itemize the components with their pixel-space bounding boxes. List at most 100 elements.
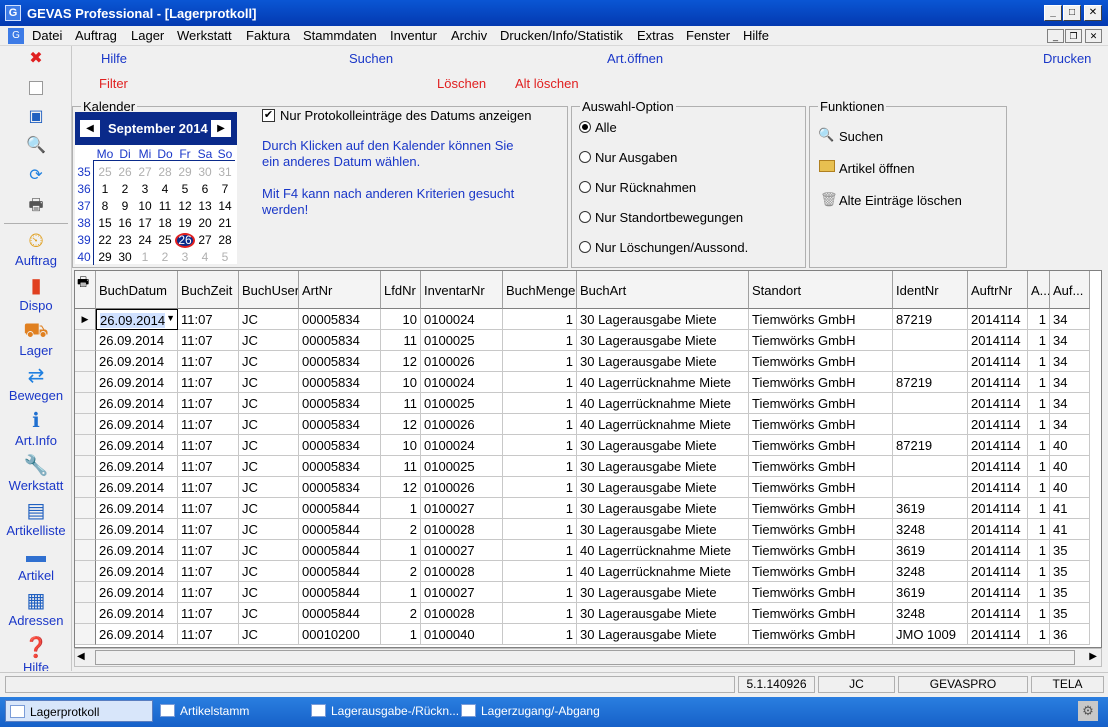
menu-extras[interactable]: Extras	[637, 28, 674, 43]
table-cell[interactable]: 1	[503, 393, 577, 414]
filter-button[interactable]: Filter	[99, 76, 128, 91]
calendar-day[interactable]: 25	[155, 233, 175, 247]
table-cell[interactable]: 2014114	[968, 498, 1028, 519]
menu-archiv[interactable]: Archiv	[451, 28, 487, 43]
table-cell[interactable]: 1	[381, 540, 421, 561]
table-cell[interactable]: 11:07	[178, 372, 239, 393]
calendar-day[interactable]: 28	[215, 233, 235, 247]
table-cell[interactable]: JC	[239, 351, 299, 372]
table-cell[interactable]: 1	[1028, 393, 1050, 414]
calendar-day[interactable]: 17	[135, 216, 155, 230]
table-cell[interactable]: 0100028	[421, 603, 503, 624]
calendar-day[interactable]: 27	[135, 165, 155, 179]
table-cell[interactable]: 1	[1028, 414, 1050, 435]
table-cell[interactable]: 34	[1050, 330, 1090, 351]
column-header[interactable]: Auf...	[1050, 271, 1090, 309]
funktion-artikel-oeffnen[interactable]: Artikel öffnen	[818, 159, 998, 179]
table-cell[interactable]: 00005844	[299, 582, 381, 603]
table-cell[interactable]: 1	[381, 624, 421, 645]
table-cell[interactable]: 1	[381, 582, 421, 603]
table-cell[interactable]	[893, 393, 968, 414]
table-cell[interactable]: 1	[503, 351, 577, 372]
column-header[interactable]: BuchDatum	[96, 271, 178, 309]
table-cell[interactable]: 2014114	[968, 309, 1028, 330]
table-cell[interactable]: 00010200	[299, 624, 381, 645]
table-cell[interactable]: 2014114	[968, 540, 1028, 561]
table-cell[interactable]: 34	[1050, 351, 1090, 372]
table-cell[interactable]: 2	[381, 519, 421, 540]
table-cell[interactable]: 1	[1028, 519, 1050, 540]
sidebar-item-art-info[interactable]: ℹ Art.Info	[0, 409, 72, 448]
table-cell[interactable]: 1	[503, 498, 577, 519]
table-cell[interactable]: 00005844	[299, 561, 381, 582]
table-cell[interactable]: 2014114	[968, 414, 1028, 435]
loeschen-button[interactable]: Löschen	[437, 76, 486, 91]
calendar-next-button[interactable]: ▶	[211, 120, 231, 137]
table-cell[interactable]: 1	[1028, 372, 1050, 393]
table-cell[interactable]: 0100025	[421, 330, 503, 351]
table-cell[interactable]: 11:07	[178, 393, 239, 414]
table-cell[interactable]: JC	[239, 435, 299, 456]
table-cell[interactable]: 00005834	[299, 435, 381, 456]
table-cell[interactable]: JC	[239, 372, 299, 393]
calendar-day[interactable]: 26	[175, 233, 195, 248]
task-lagerzugang[interactable]: Lagerzugang/-Abgang	[457, 700, 605, 722]
table-cell[interactable]: 26.09.2014	[96, 456, 178, 477]
table-cell[interactable]: 40	[1050, 477, 1090, 498]
table-cell[interactable]: 1	[1028, 309, 1050, 330]
calendar-day[interactable]: 23	[115, 233, 135, 247]
radio-nur-standortbewegungen[interactable]	[579, 211, 591, 223]
calendar-day[interactable]: 31	[215, 165, 235, 179]
table-cell[interactable]: 1	[503, 540, 577, 561]
table-cell[interactable]: 0100025	[421, 456, 503, 477]
table-cell[interactable]: 11:07	[178, 603, 239, 624]
table-cell[interactable]: 30 Lagerausgabe Miete	[577, 498, 749, 519]
row-indicator[interactable]	[75, 561, 96, 582]
table-cell[interactable]: Tiemwörks GmbH	[749, 414, 893, 435]
calendar-prev-button[interactable]: ◀	[80, 120, 100, 137]
sidebar-item-adressen[interactable]: ▦ Adressen	[0, 589, 72, 628]
table-cell[interactable]: 1	[503, 519, 577, 540]
menu-stammdaten[interactable]: Stammdaten	[303, 28, 377, 43]
calendar-day[interactable]: 9	[115, 199, 135, 213]
calendar-day[interactable]: 2	[115, 182, 135, 196]
alt-loeschen-button[interactable]: Alt löschen	[515, 76, 579, 91]
table-cell[interactable]: 26.09.2014	[96, 498, 178, 519]
table-cell[interactable]: JC	[239, 330, 299, 351]
table-cell[interactable]: 0100028	[421, 519, 503, 540]
table-cell[interactable]: JMO 1009	[893, 624, 968, 645]
art-oeffnen-button[interactable]: Art.öffnen	[607, 51, 663, 66]
table-cell[interactable]: 30 Lagerausgabe Miete	[577, 351, 749, 372]
row-indicator[interactable]	[75, 519, 96, 540]
table-cell[interactable]: 1	[503, 330, 577, 351]
table-cell[interactable]: 1	[503, 561, 577, 582]
table-cell[interactable]: 1	[1028, 603, 1050, 624]
table-cell[interactable]: 00005834	[299, 477, 381, 498]
table-cell[interactable]: 00005834	[299, 372, 381, 393]
table-cell[interactable]: JC	[239, 393, 299, 414]
table-cell[interactable]: 34	[1050, 309, 1090, 330]
calendar-day[interactable]: 8	[95, 199, 115, 213]
table-cell[interactable]: 1	[503, 309, 577, 330]
table-cell[interactable]: 26.09.2014	[96, 330, 178, 351]
calendar-day[interactable]: 28	[155, 165, 175, 179]
table-cell[interactable]: 2014114	[968, 351, 1028, 372]
maximize-button[interactable]: □	[1063, 5, 1081, 21]
calendar-day[interactable]: 30	[195, 165, 215, 179]
column-header[interactable]: A...	[1028, 271, 1050, 309]
table-cell[interactable]: 11:07	[178, 435, 239, 456]
table-cell[interactable]: 1	[1028, 561, 1050, 582]
table-cell[interactable]: 10	[381, 435, 421, 456]
table-cell[interactable]: 40 Lagerrücknahme Miete	[577, 393, 749, 414]
table-cell[interactable]: 11	[381, 393, 421, 414]
table-cell[interactable]: 11:07	[178, 519, 239, 540]
table-cell[interactable]: 41	[1050, 519, 1090, 540]
table-cell[interactable]: Tiemwörks GmbH	[749, 561, 893, 582]
column-header[interactable]: BuchUser	[239, 271, 299, 309]
table-cell[interactable]: 11	[381, 330, 421, 351]
menu-werkstatt[interactable]: Werkstatt	[177, 28, 232, 43]
refresh-icon[interactable]: ⟳	[26, 166, 46, 186]
table-cell[interactable]: 2014114	[968, 393, 1028, 414]
table-cell[interactable]: 2014114	[968, 624, 1028, 645]
table-cell[interactable]: 00005844	[299, 603, 381, 624]
